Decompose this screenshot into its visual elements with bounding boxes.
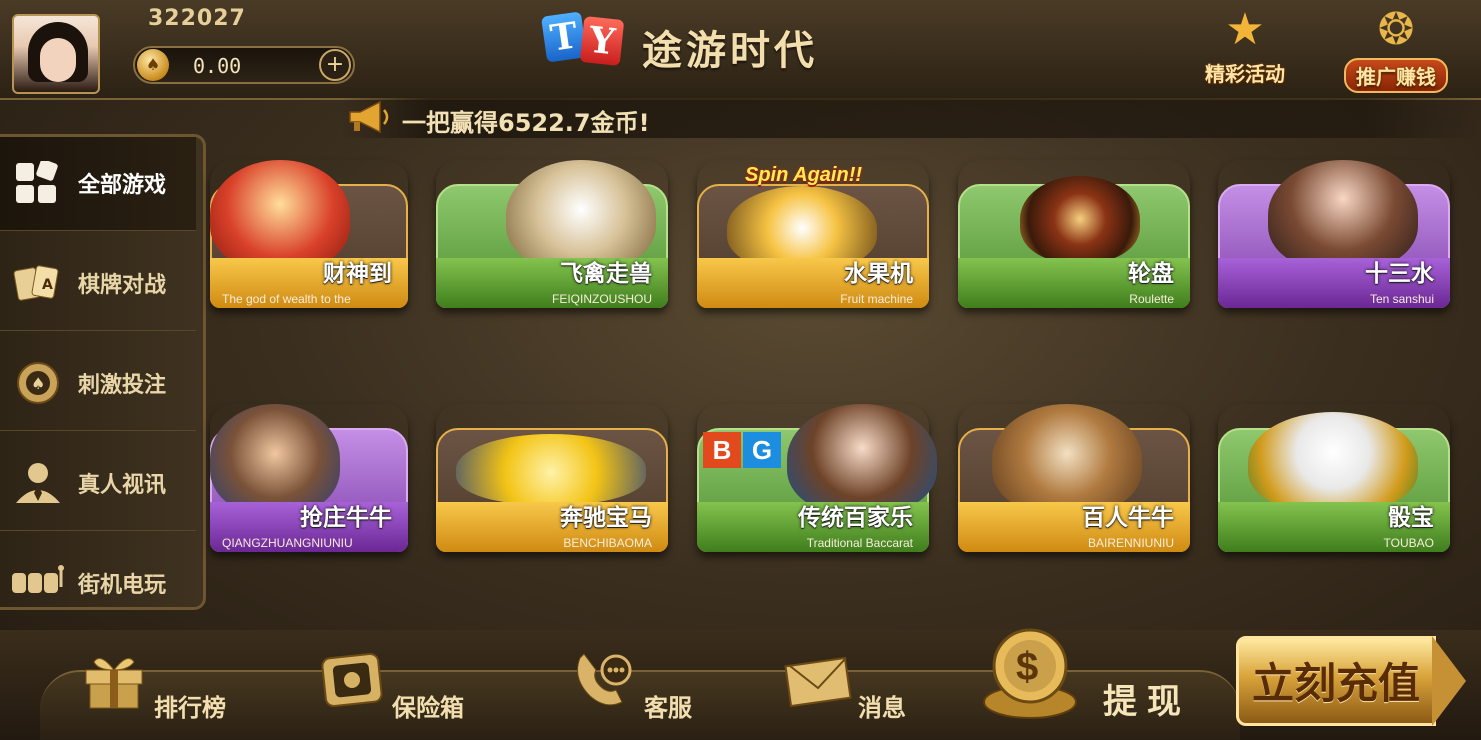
balance-value: 0.00 — [193, 54, 242, 78]
dealer-icon — [16, 463, 60, 503]
game-card-baccarat[interactable]: BG 传统百家乐 Traditional Baccarat — [697, 404, 937, 552]
messages-label: 消息 — [858, 694, 906, 722]
game-name: 轮盘 — [1128, 261, 1174, 287]
game-card-fruit-machine[interactable]: Spin Again!! 水果机 Fruit machine — [697, 160, 929, 308]
badge-letter-g: G — [743, 432, 781, 468]
logo-letter-y: Y — [579, 16, 625, 66]
game-name: 财神到 — [323, 261, 392, 287]
sidebar-item-live-video[interactable]: 真人视讯 — [0, 437, 196, 531]
game-card-feiqinzoushou[interactable]: 飞禽走兽 FEIQINZOUSHOU — [436, 160, 668, 308]
safe-icon — [321, 652, 383, 708]
sidebar-item-label: 刺激投注 — [78, 373, 167, 398]
events-button[interactable]: ★ 精彩活动 — [1190, 4, 1300, 88]
messages-button[interactable]: 消息 — [784, 630, 934, 730]
user-avatar[interactable] — [12, 14, 100, 94]
svg-text:♠: ♠ — [31, 374, 45, 393]
app-title: 途游时代 — [642, 28, 818, 74]
recharge-arrow-icon — [1432, 636, 1466, 726]
game-name-en: Traditional Baccarat — [806, 536, 913, 550]
announcement-text: 一把赢得6522.7金币! — [402, 109, 650, 137]
sidebar-item-label: 棋牌对战 — [78, 273, 167, 298]
gift-icon — [85, 657, 143, 709]
game-name-en: Ten sanshui — [1369, 292, 1434, 306]
coin-icon: ♠ — [137, 49, 169, 81]
star-icon: ★ — [1225, 4, 1265, 55]
sidebar-item-label: 街机电玩 — [78, 573, 167, 598]
top-bar: 322027 ♠ 0.00 + T Y 途游时代 ★ 精彩活动 ❂ 推广赚钱 — [0, 0, 1481, 100]
badge-letter-b: B — [703, 432, 741, 468]
game-name-en: BENCHIBAOMA — [563, 536, 652, 550]
game-name: 奔驰宝马 — [560, 505, 652, 531]
category-sidebar: 全部游戏 A 棋牌对战 ♠ 刺激投注 真人视讯 街机电玩 — [0, 134, 206, 610]
sidebar-item-label: 全部游戏 — [78, 173, 167, 198]
slot-icon — [12, 565, 64, 593]
withdraw-label: 提现 — [1103, 682, 1191, 722]
game-name-en: The god of wealth to the — [222, 292, 351, 306]
svg-text:A: A — [42, 277, 53, 293]
promo-label: 推广赚钱 — [1344, 58, 1448, 93]
sports-car-art — [456, 434, 646, 504]
game-card-bairenniuniu[interactable]: 百人牛牛 BAIRENNIUNIU — [958, 404, 1190, 552]
game-name-en: FEIQINZOUSHOU — [551, 292, 652, 306]
sidebar-item-betting[interactable]: ♠ 刺激投注 — [0, 337, 196, 431]
recharge-label: 立刻充值 — [1252, 659, 1421, 708]
game-card-caishendao[interactable]: 财神到 The god of wealth to the — [210, 160, 408, 308]
recharge-button[interactable]: 立刻充值 — [1236, 636, 1466, 726]
balance-bar: ♠ 0.00 + — [133, 46, 355, 84]
customer-service-button[interactable]: 客服 — [570, 630, 730, 730]
dollar-coin-icon: $ — [983, 628, 1077, 719]
user-id: 322027 — [148, 6, 246, 31]
game-card-shisanshui[interactable]: 十三水 Ten sanshui — [1218, 160, 1450, 308]
safe-box-label: 保险箱 — [392, 694, 464, 722]
game-name-en: TOUBAO — [1383, 536, 1434, 550]
dice-art — [1248, 412, 1418, 512]
grid-icon — [16, 161, 58, 203]
sidebar-item-all-games[interactable]: 全部游戏 — [0, 137, 196, 231]
game-card-roulette[interactable]: 轮盘 Roulette — [958, 160, 1190, 308]
sidebar-item-arcade[interactable]: 街机电玩 — [0, 537, 196, 631]
promo-button[interactable]: ❂ 推广赚钱 — [1336, 4, 1456, 93]
game-card-toubao[interactable]: 骰宝 TOUBAO — [1218, 404, 1450, 552]
sidebar-item-label: 真人视讯 — [78, 473, 167, 498]
bg-logo-badge: BG — [703, 432, 787, 468]
leaderboard-label: 排行榜 — [154, 694, 226, 722]
phone-chat-icon — [577, 653, 632, 706]
avatar-face — [40, 38, 76, 82]
game-name: 十三水 — [1365, 261, 1434, 287]
cards-icon: A — [13, 265, 59, 301]
game-name-en: Fruit machine — [840, 292, 913, 306]
game-grid: 财神到 The god of wealth to the 飞禽走兽 FEIQIN… — [210, 160, 1480, 600]
customer-service-label: 客服 — [644, 694, 692, 722]
sidebar-item-card-battle[interactable]: A 棋牌对战 — [0, 237, 196, 331]
leaderboard-button[interactable]: 排行榜 — [80, 630, 260, 730]
gold-coins-icon: ❂ — [1377, 4, 1415, 55]
megaphone-icon — [349, 100, 389, 134]
game-name: 水果机 — [844, 261, 913, 287]
safe-box-button[interactable]: 保险箱 — [318, 630, 498, 730]
game-name: 抢庄牛牛 — [300, 505, 392, 531]
game-name-en: BAIRENNIUNIU — [1087, 536, 1174, 550]
withdraw-button[interactable]: $ 提现 — [975, 628, 1215, 730]
envelope-icon — [784, 656, 852, 708]
game-name: 骰宝 — [1388, 505, 1434, 531]
game-name: 传统百家乐 — [798, 505, 913, 531]
spin-again-text: Spin Again!! — [745, 164, 863, 186]
svg-text:$: $ — [1016, 645, 1038, 689]
announcement-marquee: 一把赢得6522.7金币! — [340, 98, 1480, 138]
game-name: 飞禽走兽 — [560, 261, 652, 287]
events-label: 精彩活动 — [1205, 62, 1285, 86]
app-logo: T Y — [540, 10, 628, 70]
game-name-en: QIANGZHUANGNIUNIU — [222, 536, 353, 550]
game-card-qiangzhuangniuniu[interactable]: 抢庄牛牛 QIANGZHUANGNIUNIU — [210, 404, 408, 552]
game-name: 百人牛牛 — [1082, 505, 1174, 531]
game-name-en: Roulette — [1129, 292, 1174, 306]
game-card-benchibaoma[interactable]: 奔驰宝马 BENCHIBAOMA — [436, 404, 668, 552]
roulette-wheel-art — [1020, 176, 1140, 262]
add-balance-button[interactable]: + — [319, 49, 351, 81]
chip-icon: ♠ — [17, 362, 59, 404]
